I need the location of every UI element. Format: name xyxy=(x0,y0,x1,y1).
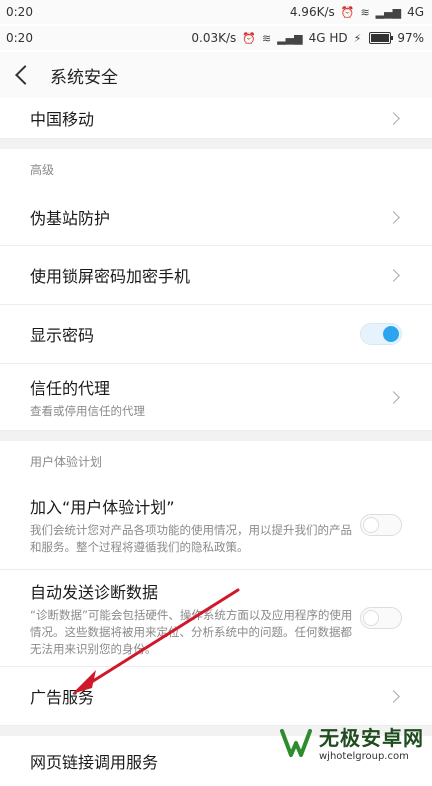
row-title: 中国移动 xyxy=(30,110,95,129)
row-auto-diagnostics[interactable]: 自动发送诊断数据 “诊断数据”可能会包括硬件、操作系统方面以及应用程序的使用情况… xyxy=(0,570,432,667)
signal-icon: ▂▄▆ xyxy=(277,31,303,45)
chevron-right-icon xyxy=(387,390,400,404)
row-title: 伪基站防护 xyxy=(30,209,111,228)
row-ad-service[interactable]: 广告服务 xyxy=(0,667,432,726)
alarm-icon: ⏰ xyxy=(340,5,355,19)
toggle-knob xyxy=(363,517,379,533)
signal-icon: ▂▄▆ xyxy=(375,5,402,19)
row-title: 加入“用户体验计划” xyxy=(30,498,175,517)
row-subtitle: 查看或停用信任的代理 xyxy=(30,403,145,418)
chevron-right-icon xyxy=(387,111,400,125)
status-network: 4G xyxy=(407,5,424,19)
app-header: 系统安全 xyxy=(0,52,432,98)
show-password-toggle[interactable] xyxy=(360,323,402,345)
row-title: 信任的代理 xyxy=(30,378,111,398)
row-fake-base-station[interactable]: 伪基站防护 xyxy=(0,189,432,246)
row-title: 显示密码 xyxy=(30,326,95,345)
chevron-right-icon xyxy=(387,689,400,703)
page-title: 系统安全 xyxy=(50,67,118,88)
section-divider xyxy=(0,431,432,441)
wifi-icon: ≋ xyxy=(360,5,370,19)
section-header-advanced: 高级 xyxy=(0,149,432,189)
toggle-knob xyxy=(363,610,379,626)
status-speed: 0.03K/s xyxy=(191,31,237,45)
wifi-icon: ≋ xyxy=(261,31,272,45)
chevron-right-icon xyxy=(387,210,400,224)
row-title: 自动发送诊断数据 xyxy=(30,582,159,602)
status-bar-top: 0:20 4.96K/s ⏰ ≋ ▂▄▆ 4G xyxy=(0,0,432,24)
row-trusted-agents[interactable]: 信任的代理 查看或停用信任的代理 xyxy=(0,364,432,431)
row-carrier[interactable]: 中国移动 xyxy=(0,98,432,139)
watermark-logo-icon xyxy=(280,729,312,757)
watermark-name: 无极安卓网 xyxy=(319,726,424,750)
row-join-ux-plan[interactable]: 加入“用户体验计划” 我们会统计您对产品各项功能的使用情况，用以提升我们的产品和… xyxy=(0,481,432,570)
battery-icon xyxy=(369,32,394,44)
charging-icon: ⚡ xyxy=(353,31,362,45)
watermark: 无极安卓网 wjhotelgroup.com xyxy=(279,722,424,762)
section-header-ux-plan: 用户体验计划 xyxy=(0,441,432,481)
toggle-knob xyxy=(383,326,399,342)
row-lockscreen-encrypt[interactable]: 使用锁屏密码加密手机 xyxy=(0,246,432,305)
row-subtitle: “诊断数据”可能会包括硬件、操作系统方面以及应用程序的使用情况。这些数据将被用来… xyxy=(30,607,353,656)
row-subtitle: 我们会统计您对产品各项功能的使用情况，用以提升我们的产品和服务。整个过程将遵循我… xyxy=(30,523,352,554)
auto-diagnostics-toggle[interactable] xyxy=(360,607,402,629)
section-divider xyxy=(0,139,432,149)
alarm-icon: ⏰ xyxy=(242,31,256,45)
row-show-password[interactable]: 显示密码 xyxy=(0,305,432,364)
status-time: 0:20 xyxy=(6,31,33,45)
status-network: 4G HD xyxy=(308,31,348,45)
chevron-right-icon xyxy=(387,268,400,282)
status-time: 0:20 xyxy=(6,5,33,19)
watermark-url: wjhotelgroup.com xyxy=(319,751,409,762)
row-title: 网页链接调用服务 xyxy=(30,753,159,772)
status-speed: 4.96K/s xyxy=(289,5,335,19)
battery-percent: 97% xyxy=(397,31,424,45)
status-bar: 0:20 0.03K/s ⏰ ≋ ▂▄▆ 4G HD ⚡ 97% xyxy=(0,26,432,50)
row-title: 广告服务 xyxy=(30,688,95,707)
settings-list: 中国移动 高级 伪基站防护 使用锁屏密码加密手机 显示密码 信任的代理 查看或停… xyxy=(0,98,432,786)
row-title: 使用锁屏密码加密手机 xyxy=(30,267,191,286)
back-arrow-icon[interactable] xyxy=(15,65,35,85)
join-ux-plan-toggle[interactable] xyxy=(360,514,402,536)
